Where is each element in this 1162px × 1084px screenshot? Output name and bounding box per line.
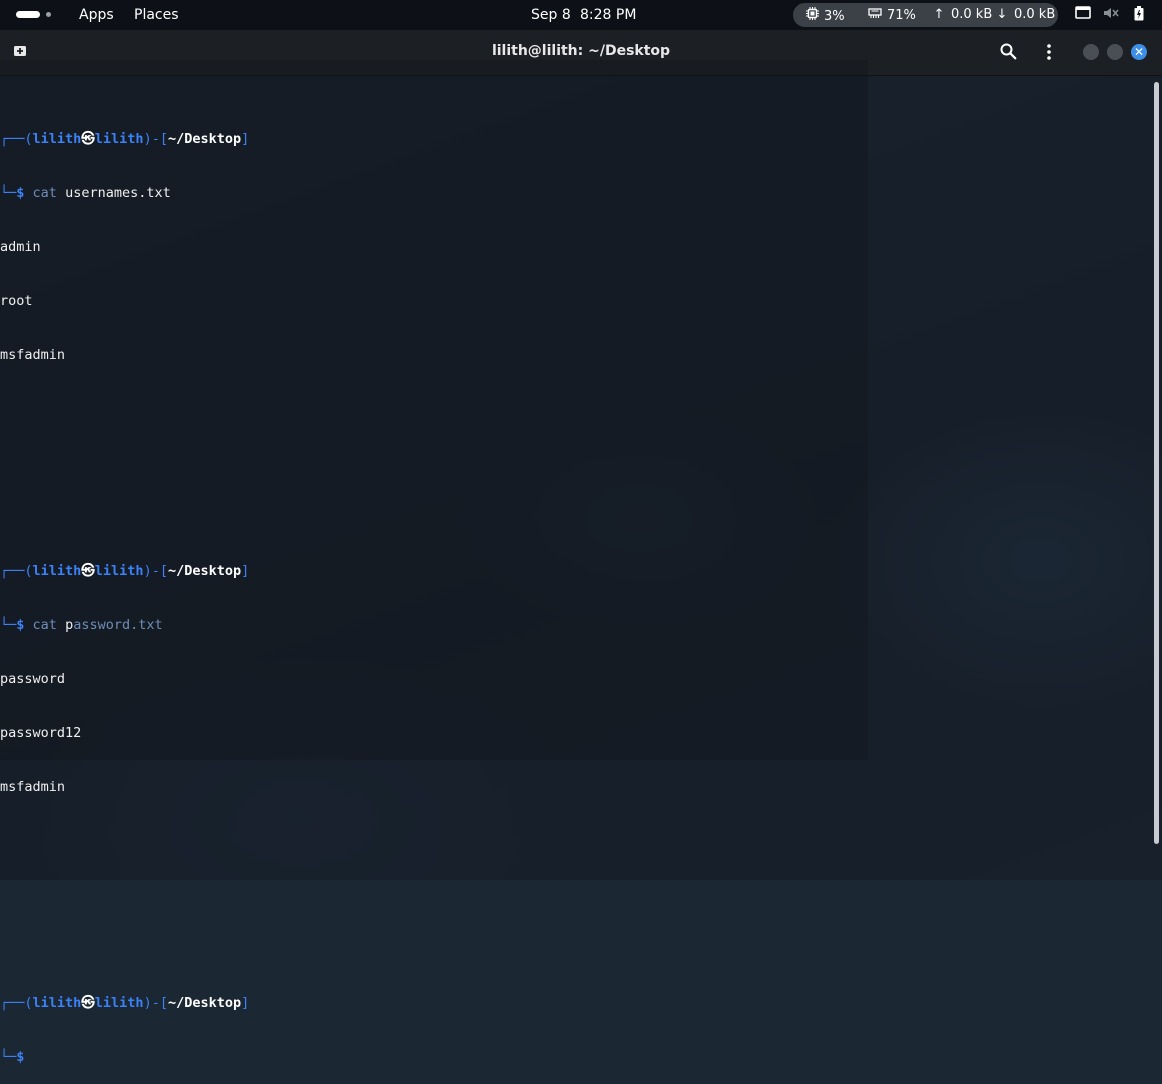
maximize-icon[interactable] (1107, 44, 1123, 60)
command-line-2: └─$ cat password.txt (0, 617, 163, 633)
apps-menu[interactable]: Apps (79, 7, 114, 23)
prompt-at: ㉿ (81, 563, 95, 579)
memory-usage: 71% (868, 7, 916, 23)
command-line-1: └─$ cat usernames.txt (0, 185, 171, 201)
cpu-usage: 3% (805, 7, 845, 24)
kebab-menu-icon[interactable] (1039, 42, 1059, 62)
prompt-user: lilith (32, 995, 82, 1011)
prompt-at: ㉿ (81, 131, 95, 147)
prompt-host: lilith (94, 131, 144, 147)
cpu-icon (805, 7, 819, 24)
active-prompt-line[interactable]: └─$ (0, 1048, 1148, 1066)
prompt-user: lilith (32, 131, 82, 147)
prompt-line-3: ┌──(lilith㉿lilith)-[~/Desktop] (0, 995, 250, 1011)
scrollbar-thumb[interactable] (1154, 82, 1159, 844)
prompt-line-1: ┌──(lilith㉿lilith)-[~/Desktop] (0, 131, 250, 147)
command-arg: usernames.txt (65, 185, 171, 201)
prompt-cwd: ~/Desktop (167, 563, 242, 579)
output-line: msfadmin (0, 347, 66, 363)
prompt-user: lilith (32, 563, 82, 579)
upload-arrow-icon: ↑ (933, 7, 945, 22)
clock-date[interactable]: Sep 8 (531, 7, 571, 23)
places-menu[interactable]: Places (134, 7, 179, 23)
output-line: password12 (0, 725, 82, 741)
window-title: lilith@lilith: ~/Desktop (491, 43, 671, 59)
download-arrow-icon: ↓ (996, 7, 1008, 22)
screen-icon[interactable] (1074, 6, 1092, 24)
command-arg-rest: assword.txt (73, 617, 163, 633)
command: cat (32, 185, 57, 201)
minimize-icon[interactable] (1083, 44, 1099, 60)
terminal-output[interactable]: ┌──(lilith㉿lilith)-[~/Desktop] └─$ cat u… (0, 94, 1148, 1084)
clock-time[interactable]: 8:28 PM (580, 7, 636, 23)
activities-icon[interactable] (16, 10, 51, 20)
system-monitor-indicator[interactable]: 3% 71% ↑ 0.0 kB ↓ 0.0 kB (793, 3, 1058, 27)
output-line: password (0, 671, 66, 687)
prompt-cwd: ~/Desktop (167, 995, 242, 1011)
command-arg-first: p (65, 617, 74, 633)
prompt-cwd: ~/Desktop (167, 131, 242, 147)
download-value: 0.0 kB (1014, 7, 1056, 22)
download-speed: ↓ 0.0 kB (995, 7, 1056, 22)
search-icon[interactable] (999, 42, 1019, 62)
upload-speed: ↑ 0.0 kB (932, 7, 993, 22)
prompt-host: lilith (94, 563, 144, 579)
top-panel: Apps Places Sep 8 8:28 PM 3% 71% ↑ 0.0 kB… (0, 0, 1162, 30)
output-line: root (0, 293, 33, 309)
close-icon[interactable]: ✕ (1131, 44, 1147, 60)
memory-value: 71% (887, 8, 916, 23)
prompt-line-2: ┌──(lilith㉿lilith)-[~/Desktop] (0, 563, 250, 579)
output-line: msfadmin (0, 779, 66, 795)
battery-icon[interactable] (1130, 6, 1148, 24)
command: cat (32, 617, 57, 633)
mute-icon[interactable] (1102, 6, 1120, 24)
memory-icon (868, 7, 882, 23)
upload-value: 0.0 kB (951, 7, 993, 22)
prompt-at: ㉿ (81, 995, 95, 1011)
cpu-value: 3% (824, 9, 845, 24)
output-line: admin (0, 239, 41, 255)
prompt-host: lilith (94, 995, 144, 1011)
